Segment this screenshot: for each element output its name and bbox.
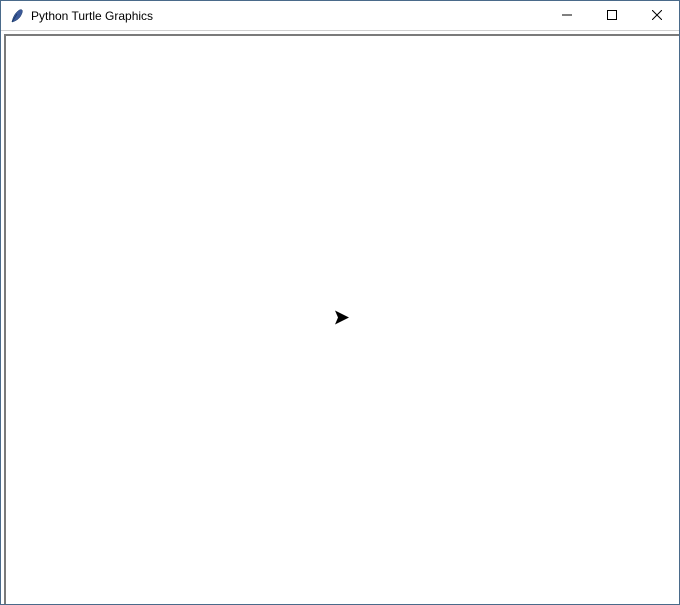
maximize-icon — [607, 7, 617, 25]
close-icon — [652, 7, 662, 25]
maximize-button[interactable] — [589, 1, 634, 30]
window-controls — [544, 1, 679, 30]
window-title: Python Turtle Graphics — [31, 9, 544, 23]
minimize-button[interactable] — [544, 1, 589, 30]
turtle-cursor-icon — [335, 311, 351, 330]
application-window: Python Turtle Graphics — [0, 0, 680, 605]
titlebar[interactable]: Python Turtle Graphics — [1, 1, 679, 31]
turtle-canvas[interactable] — [4, 34, 679, 604]
minimize-icon — [562, 7, 572, 25]
close-button[interactable] — [634, 1, 679, 30]
feather-icon — [9, 8, 25, 24]
